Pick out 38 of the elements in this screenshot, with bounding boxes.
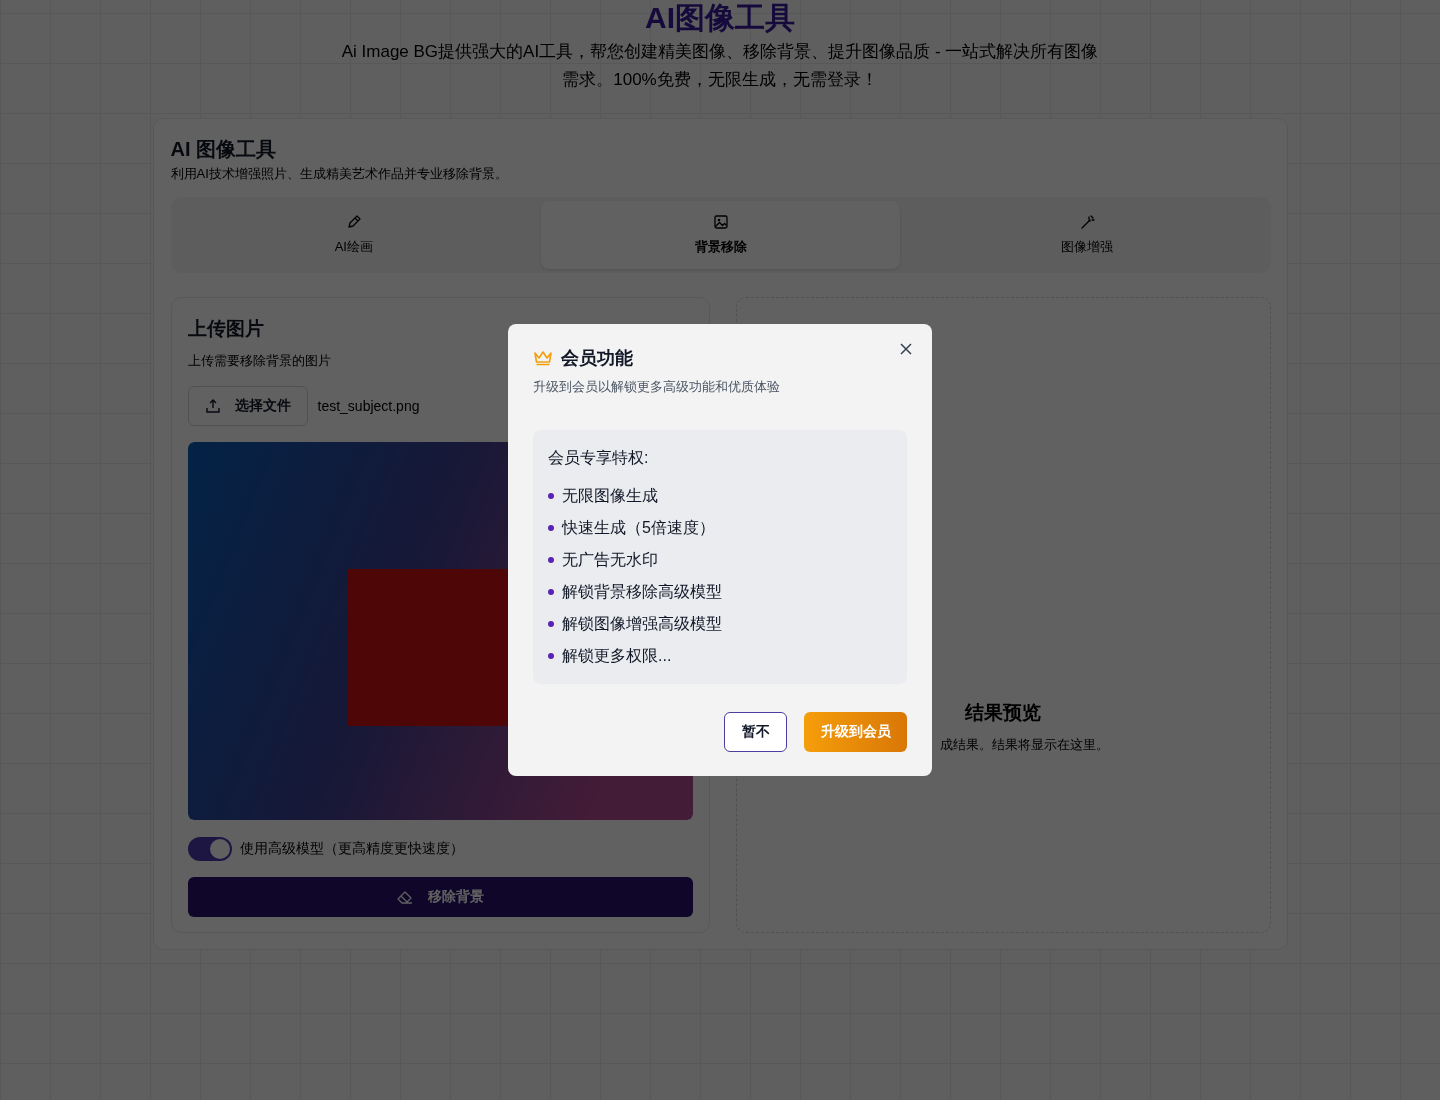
crown-icon [533, 349, 553, 367]
perks-title: 会员专享特权: [548, 448, 650, 468]
bullet-icon [548, 589, 554, 595]
perk-item: 解锁背景移除高级模型 [562, 581, 722, 602]
perk-item: 无限图像生成 [562, 485, 658, 506]
dialog-title: 会员功能 [561, 347, 633, 370]
upgrade-button[interactable]: 升级到会员 [804, 712, 907, 752]
upload-icon [204, 398, 221, 414]
file-name: test_subject.png [317, 398, 420, 414]
tool-tab[interactable]: AI绘画 [174, 201, 534, 269]
bullet-icon [548, 557, 554, 563]
tool-tab[interactable]: 背景移除 [541, 201, 900, 269]
toggle-label: 使用高级模型（更高精度更快速度） [239, 840, 464, 858]
perk-item: 解锁图像增强高级模型 [562, 613, 722, 634]
perk-item: 快速生成（5倍速度） [562, 517, 715, 538]
remove-background-button[interactable]: 移除背景 [187, 877, 693, 917]
page-title: AI图像工具 [645, 0, 795, 36]
panel-title: 上传图片 [187, 317, 265, 341]
not-now-button[interactable]: 暂不 [724, 712, 787, 752]
card-title: AI 图像工具 [170, 137, 278, 162]
card-subtitle: 利用AI技术增强照片、生成精美艺术作品并专业移除背景。 [170, 165, 509, 183]
bullet-icon [548, 525, 554, 531]
perk-item: 无广告无水印 [562, 549, 658, 570]
result-title: 结果预览 [965, 701, 1041, 725]
image-icon [712, 214, 729, 230]
bullet-icon [548, 621, 554, 627]
dialog-subtitle: 升级到会员以解锁更多高级功能和优质体验 [533, 378, 781, 396]
result-hint: 成结果。结果将显示在这里。 [938, 736, 1109, 754]
panel-subtitle: 上传需要移除背景的图片 [187, 352, 331, 370]
tool-tab[interactable]: 图像增强 [907, 201, 1267, 269]
bullet-icon [548, 493, 554, 499]
bullet-icon [548, 653, 554, 659]
magic-wand-icon [1079, 214, 1096, 230]
page-description: Ai Image BG提供强大的AI工具，帮您创建精美图像、移除背景、提升图像品质 - 一站式解决所有图像需求。100%免费，无限生成，无需登录！ [340, 41, 1100, 91]
pencil-icon [345, 214, 362, 230]
perk-item: 解锁更多权限... [562, 645, 672, 666]
toggle-switch[interactable] [187, 837, 232, 861]
choose-file-button[interactable]: 选择文件 [187, 386, 308, 426]
